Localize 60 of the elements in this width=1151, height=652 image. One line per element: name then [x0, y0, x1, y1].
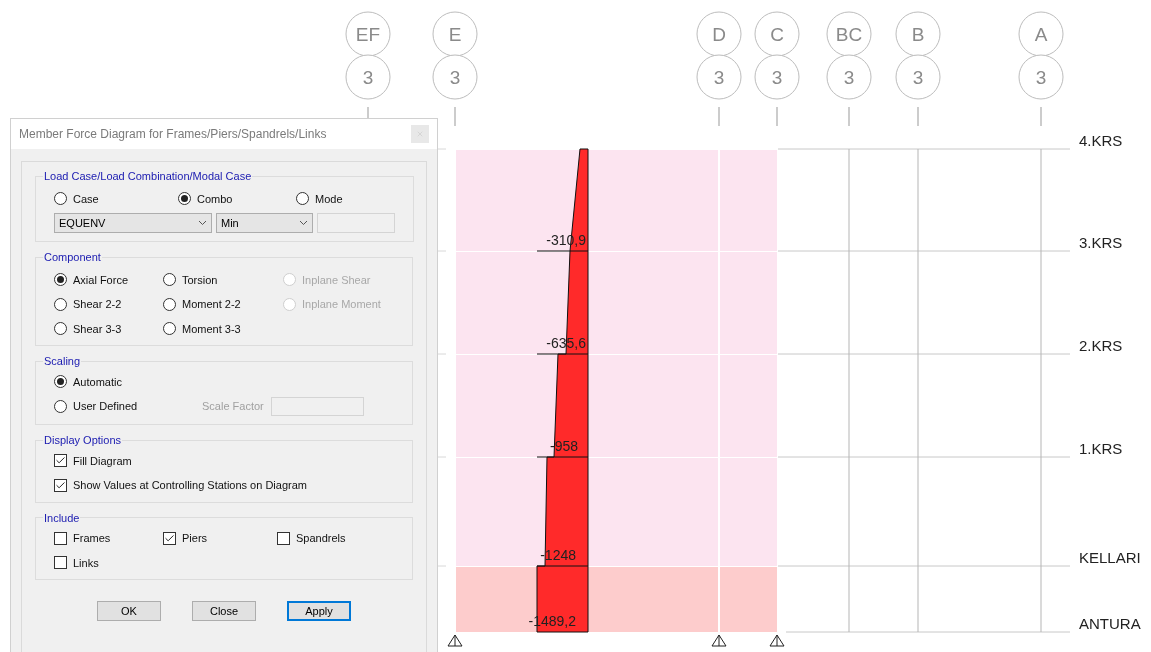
checkbox[interactable]: Show Values at Controlling Stations on Diagram [54, 477, 307, 494]
chevron-down-icon [198, 220, 207, 226]
check-icon [55, 479, 66, 491]
dialog-button[interactable]: Apply [287, 601, 351, 621]
grid-bubble: EF [345, 11, 391, 57]
group-title: Load Case/Load Combination/Modal Case [43, 169, 253, 184]
chevron-down-icon [299, 220, 308, 226]
close-button[interactable] [411, 125, 429, 143]
radio-button[interactable]: Axial Force [54, 271, 129, 288]
group-title: Include [43, 510, 81, 526]
story-label: 4.KRS [1079, 132, 1123, 149]
checkbox[interactable]: Links [54, 554, 99, 571]
grid-bubble: E [432, 11, 478, 57]
radio-button[interactable]: Shear 3-3 [54, 320, 122, 337]
dropdown[interactable]: EQUENV [54, 213, 212, 233]
grid-bubble: 3 [895, 54, 941, 100]
check-icon [164, 532, 175, 544]
story-label: 3.KRS [1079, 234, 1123, 251]
support-icon [769, 634, 785, 647]
dialog-button[interactable]: Close [192, 601, 256, 621]
story-label: 2.KRS [1079, 337, 1123, 354]
story-label: ANTURA [1079, 615, 1141, 632]
checkbox[interactable]: Frames [54, 530, 111, 547]
group-title: Component [43, 250, 102, 265]
grid-bubble: A [1018, 11, 1064, 57]
grid-bubble: D [696, 11, 742, 57]
checkbox[interactable]: Spandrels [277, 530, 346, 547]
radio-button[interactable]: Combo [178, 190, 233, 207]
grid-bubble: C [754, 11, 800, 57]
story-label: KELLARI [1079, 549, 1141, 566]
group-title: Scaling [43, 354, 82, 369]
grid-bubble: 3 [1018, 54, 1064, 100]
checkbox[interactable]: Fill Diagram [54, 452, 132, 469]
grid-bubble: 3 [432, 54, 478, 100]
grid-bubble: B [895, 11, 941, 57]
radio-button[interactable]: Automatic [54, 373, 122, 390]
radio-button[interactable]: User Defined [54, 398, 138, 415]
support-icon [447, 634, 463, 647]
grid-bubble: 3 [754, 54, 800, 100]
mode-field[interactable] [317, 213, 395, 233]
window-title: Member Force Diagram for Frames/Piers/Spandrels/Links [19, 126, 327, 143]
grid-bubble: 3 [345, 54, 391, 100]
dropdown[interactable]: Min [216, 213, 313, 233]
dialog-button[interactable]: OK [97, 601, 161, 621]
grid-bubble: 3 [696, 54, 742, 100]
story-label: 1.KRS [1079, 440, 1123, 457]
scale-factor-field[interactable] [270, 397, 364, 416]
radio-button[interactable]: Torsion [163, 271, 218, 288]
scale-factor-label: Scale Factor [202, 399, 264, 415]
radio-button[interactable]: Moment 2-2 [163, 296, 241, 313]
radio-button[interactable]: Mode [296, 190, 343, 207]
grid-bubble: BC [826, 11, 872, 57]
support-icon [711, 634, 727, 647]
checkbox[interactable]: Piers [163, 530, 208, 547]
grid-bubble: 3 [826, 54, 872, 100]
radio-button[interactable]: Case [54, 190, 99, 207]
radio-button[interactable]: Shear 2-2 [54, 296, 122, 313]
radio-button[interactable]: Moment 3-3 [163, 320, 241, 337]
force-value: -635,6 [546, 335, 586, 351]
group-title: Display Options [43, 433, 123, 448]
